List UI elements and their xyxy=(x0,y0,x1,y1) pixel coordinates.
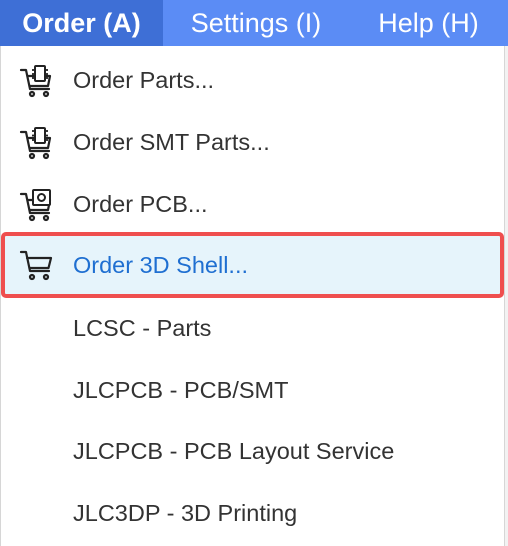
menu-settings[interactable]: Settings (I) xyxy=(163,0,349,46)
menu-item-label: Order 3D Shell... xyxy=(73,251,249,278)
cart-pcb-icon xyxy=(19,189,52,222)
menu-item-lcsc-parts[interactable]: LCSC - Parts xyxy=(1,297,504,359)
menu-item-jlc3dp-3d-printing[interactable]: JLC3DP - 3D Printing xyxy=(1,482,504,544)
menu-item-label: Order PCB... xyxy=(73,190,208,217)
menu-bar: Order (A) Settings (I) Help (H) xyxy=(0,0,508,46)
menu-help[interactable]: Help (H) xyxy=(349,0,508,46)
menu-item-label: Order Parts... xyxy=(73,66,215,93)
cart-smt-icon xyxy=(19,127,52,160)
menu-item-order-3d-shell[interactable]: Order 3D Shell... xyxy=(1,232,504,298)
menu-order[interactable]: Order (A) xyxy=(0,0,163,46)
cart-chip-icon xyxy=(19,65,52,98)
menu-item-order-parts[interactable]: Order Parts... xyxy=(1,49,504,111)
menu-item-order-smt-parts[interactable]: Order SMT Parts... xyxy=(1,111,504,173)
menu-item-jlcpcb-pcb-smt[interactable]: JLCPCB - PCB/SMT xyxy=(1,359,504,421)
cart-icon xyxy=(19,250,53,281)
menu-item-label: JLCPCB - PCB Layout Service xyxy=(73,437,395,464)
menu-item-label: LCSC - Parts xyxy=(73,314,212,341)
menu-item-order-pcb[interactable]: Order PCB... xyxy=(1,173,504,235)
order-dropdown-menu: Order Parts... Order SMT Parts... Order … xyxy=(0,46,505,546)
menu-item-label: Order SMT Parts... xyxy=(73,128,270,155)
menu-item-label: JLC3DP - 3D Printing xyxy=(73,499,298,526)
menu-item-label: JLCPCB - PCB/SMT xyxy=(73,376,289,403)
menu-item-jlcpcb-layout-service[interactable]: JLCPCB - PCB Layout Service xyxy=(1,420,504,482)
